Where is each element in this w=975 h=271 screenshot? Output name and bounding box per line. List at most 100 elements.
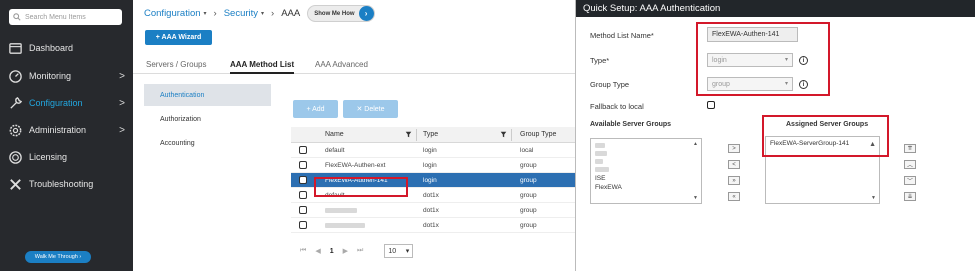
list-item[interactable]: ISE bbox=[595, 175, 605, 182]
first-page-icon[interactable]: ⏮ bbox=[300, 247, 306, 255]
breadcrumb-security[interactable]: Security bbox=[224, 8, 258, 19]
highlight-box bbox=[314, 177, 408, 197]
redacted-item bbox=[595, 151, 607, 156]
delete-button[interactable]: ✕ Delete bbox=[343, 100, 398, 118]
page-size-value: 10 bbox=[388, 247, 397, 255]
main-content: Configuration ▾ › Security ▾ › AAA Show … bbox=[133, 0, 575, 271]
move-all-right-button[interactable]: » bbox=[728, 176, 740, 185]
move-bottom-button[interactable]: ⇊ bbox=[904, 192, 916, 201]
breadcrumb: Configuration ▾ › Security ▾ › AAA Show … bbox=[144, 5, 375, 22]
fallback-label: Fallback to local bbox=[590, 102, 644, 111]
cell-group-type: group bbox=[520, 191, 537, 199]
tab-aaa-advanced[interactable]: AAA Advanced bbox=[315, 60, 368, 69]
row-checkbox[interactable] bbox=[299, 161, 307, 169]
tab-servers-groups[interactable]: Servers / Groups bbox=[146, 60, 206, 69]
sidebar-item-label: Administration bbox=[29, 125, 87, 135]
sidebar-item-label: Dashboard bbox=[29, 43, 74, 53]
search-input[interactable]: Search Menu Items bbox=[9, 9, 122, 25]
tab-bar: Servers / Groups AAA Method List AAA Adv… bbox=[133, 57, 575, 74]
cell-type: dot1x bbox=[423, 191, 439, 199]
move-left-button[interactable]: < bbox=[728, 160, 740, 169]
aaa-wizard-button[interactable]: + AAA Wizard bbox=[145, 30, 212, 45]
sidebar-item-label: Configuration bbox=[29, 98, 83, 108]
table-row[interactable]: default login local bbox=[291, 143, 575, 158]
table-row[interactable]: dot1x group bbox=[291, 218, 575, 233]
show-me-how-button[interactable]: Show Me How › bbox=[307, 5, 375, 22]
scroll-up-icon[interactable]: ▲ bbox=[693, 141, 698, 147]
sidebar-item-monitoring[interactable]: Monitoring > bbox=[0, 65, 133, 87]
available-groups-list[interactable]: ISE FlexEWA ▲ ▼ bbox=[590, 138, 702, 204]
gear-icon bbox=[7, 122, 23, 138]
add-button[interactable]: + Add bbox=[293, 100, 338, 118]
cell-group-type: group bbox=[520, 161, 537, 169]
menu-item-accounting[interactable]: Accounting bbox=[144, 132, 271, 154]
redacted-item bbox=[595, 143, 605, 148]
sidebar: Search Menu Items Dashboard Monitoring >… bbox=[0, 0, 133, 271]
sidebar-item-label: Monitoring bbox=[29, 71, 72, 81]
cell-type: login bbox=[423, 176, 437, 184]
next-page-icon[interactable]: ▶ bbox=[343, 247, 348, 255]
fallback-checkbox[interactable] bbox=[707, 101, 715, 109]
sidebar-item-licensing[interactable]: Licensing bbox=[0, 146, 133, 168]
scroll-down-icon[interactable]: ▼ bbox=[871, 195, 876, 201]
menu-item-authorization[interactable]: Authorization bbox=[144, 108, 271, 130]
column-header-type[interactable]: Type bbox=[423, 127, 438, 142]
breadcrumb-separator: › bbox=[271, 8, 275, 19]
quick-setup-panel: Quick Setup: AAA Authentication Method L… bbox=[575, 0, 975, 271]
row-checkbox[interactable] bbox=[299, 221, 307, 229]
row-checkbox[interactable] bbox=[299, 176, 307, 184]
page-size-select[interactable]: 10 ▾ bbox=[384, 244, 414, 258]
cell-name: default bbox=[325, 146, 345, 154]
chevron-right-icon: > bbox=[119, 70, 125, 82]
cell-type: login bbox=[423, 146, 437, 154]
prev-page-icon[interactable]: ◀ bbox=[315, 247, 320, 255]
cell-name: FlexEWA-Authen-ext bbox=[325, 161, 386, 169]
cell-group-type: group bbox=[520, 176, 537, 184]
move-up-button[interactable]: ︿ bbox=[904, 160, 916, 169]
play-icon: › bbox=[358, 6, 374, 21]
sidebar-item-dashboard[interactable]: Dashboard bbox=[0, 37, 133, 59]
column-header-group-type[interactable]: Group Type bbox=[520, 127, 556, 142]
list-item[interactable]: FlexEWA bbox=[595, 184, 622, 191]
current-page: 1 bbox=[329, 247, 334, 255]
method-left-menu: Authentication Authorization Accounting bbox=[144, 84, 271, 271]
search-placeholder: Search Menu Items bbox=[25, 13, 86, 21]
move-right-button[interactable]: > bbox=[728, 144, 740, 153]
highlight-box bbox=[696, 22, 830, 96]
tab-aaa-method-list[interactable]: AAA Method List bbox=[230, 60, 295, 74]
chevron-right-icon: > bbox=[119, 97, 125, 109]
redacted-item bbox=[595, 167, 609, 172]
redacted-item bbox=[595, 159, 603, 164]
column-divider bbox=[416, 129, 417, 141]
sidebar-item-label: Troubleshooting bbox=[29, 179, 94, 189]
pagination: ⏮ ◀ 1 ▶ ⏭ 10 ▾ bbox=[300, 244, 414, 258]
move-all-left-button[interactable]: « bbox=[728, 192, 740, 201]
scroll-down-icon[interactable]: ▼ bbox=[693, 195, 698, 201]
filter-icon[interactable] bbox=[405, 131, 412, 138]
sidebar-item-configuration[interactable]: Configuration > bbox=[0, 92, 133, 114]
cell-group-type: group bbox=[520, 221, 537, 229]
panel-title: Quick Setup: AAA Authentication bbox=[576, 0, 975, 17]
cell-group-type: group bbox=[520, 206, 537, 214]
table-header: Name Type Group Type bbox=[291, 127, 575, 143]
group-type-label: Group Type bbox=[590, 80, 630, 89]
move-top-button[interactable]: ⇈ bbox=[904, 144, 916, 153]
column-header-name[interactable]: Name bbox=[325, 127, 344, 142]
last-page-icon[interactable]: ⏭ bbox=[357, 247, 363, 255]
caret-icon: ▾ bbox=[261, 11, 265, 17]
walk-me-through-button[interactable]: Walk Me Through › bbox=[25, 251, 91, 263]
sidebar-item-administration[interactable]: Administration > bbox=[0, 119, 133, 141]
menu-item-authentication[interactable]: Authentication bbox=[144, 84, 271, 106]
sidebar-item-troubleshooting[interactable]: Troubleshooting bbox=[0, 173, 133, 195]
cell-type: dot1x bbox=[423, 206, 439, 214]
table-row[interactable]: FlexEWA-Authen-ext login group bbox=[291, 158, 575, 173]
move-down-button[interactable]: ﹀ bbox=[904, 176, 916, 185]
row-checkbox[interactable] bbox=[299, 146, 307, 154]
row-checkbox[interactable] bbox=[299, 206, 307, 214]
table-row[interactable]: dot1x group bbox=[291, 203, 575, 218]
breadcrumb-configuration[interactable]: Configuration bbox=[144, 8, 201, 19]
search-icon bbox=[13, 13, 21, 21]
row-checkbox[interactable] bbox=[299, 191, 307, 199]
filter-icon[interactable] bbox=[500, 131, 507, 138]
cell-name-redacted bbox=[325, 203, 357, 217]
